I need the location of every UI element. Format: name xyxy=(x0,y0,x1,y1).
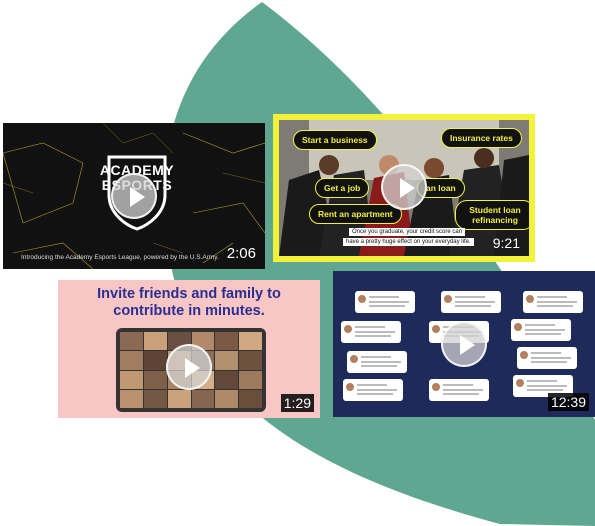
headline-line-1: Invite friends and family to xyxy=(97,286,281,302)
duration-badge: 9:21 xyxy=(492,235,520,251)
play-button[interactable] xyxy=(111,173,157,219)
subtitle-line-1: Once you graduate, your credit score can xyxy=(349,228,466,236)
label-get-job: Get a job xyxy=(315,178,370,198)
video-card-invite[interactable]: Invite friends and family to contribute … xyxy=(58,280,320,418)
comment-card xyxy=(341,321,401,343)
play-button[interactable] xyxy=(441,321,487,367)
duration-badge: 12:39 xyxy=(547,393,589,411)
video-card-academy[interactable]: ACADEMY ESPORTS Introducing the Academy … xyxy=(3,123,265,269)
comment-card xyxy=(347,351,407,373)
label-rent-apartment: Rent an apartment xyxy=(309,204,402,224)
headline-line-2-bold: in minutes. xyxy=(188,303,265,319)
comment-card xyxy=(441,291,501,313)
invite-headline: Invite friends and family to contribute … xyxy=(58,286,320,320)
comment-card xyxy=(429,379,489,401)
comment-card xyxy=(517,347,577,369)
comment-card xyxy=(523,291,583,313)
play-button[interactable] xyxy=(166,344,212,390)
headline-line-2: contribute xyxy=(113,303,189,319)
comment-card xyxy=(355,291,415,313)
label-start-business: Start a business xyxy=(293,130,377,150)
play-button[interactable] xyxy=(381,164,427,210)
label-insurance-rates: Insurance rates xyxy=(441,128,522,148)
video-card-social[interactable]: 12:39 xyxy=(333,271,595,417)
duration-badge: 2:06 xyxy=(226,245,256,262)
video-caption: Introducing the Academy Esports League, … xyxy=(21,254,219,261)
comment-card xyxy=(343,379,403,401)
duration-badge: 1:29 xyxy=(280,394,314,412)
video-card-graduation[interactable]: Start a business Insurance rates Get a j… xyxy=(273,114,535,262)
subtitle-line-2: have a pretty huge effect on your everyd… xyxy=(343,238,474,246)
label-student-loan: Student loan refinancing xyxy=(455,200,529,230)
comment-card xyxy=(511,319,571,341)
